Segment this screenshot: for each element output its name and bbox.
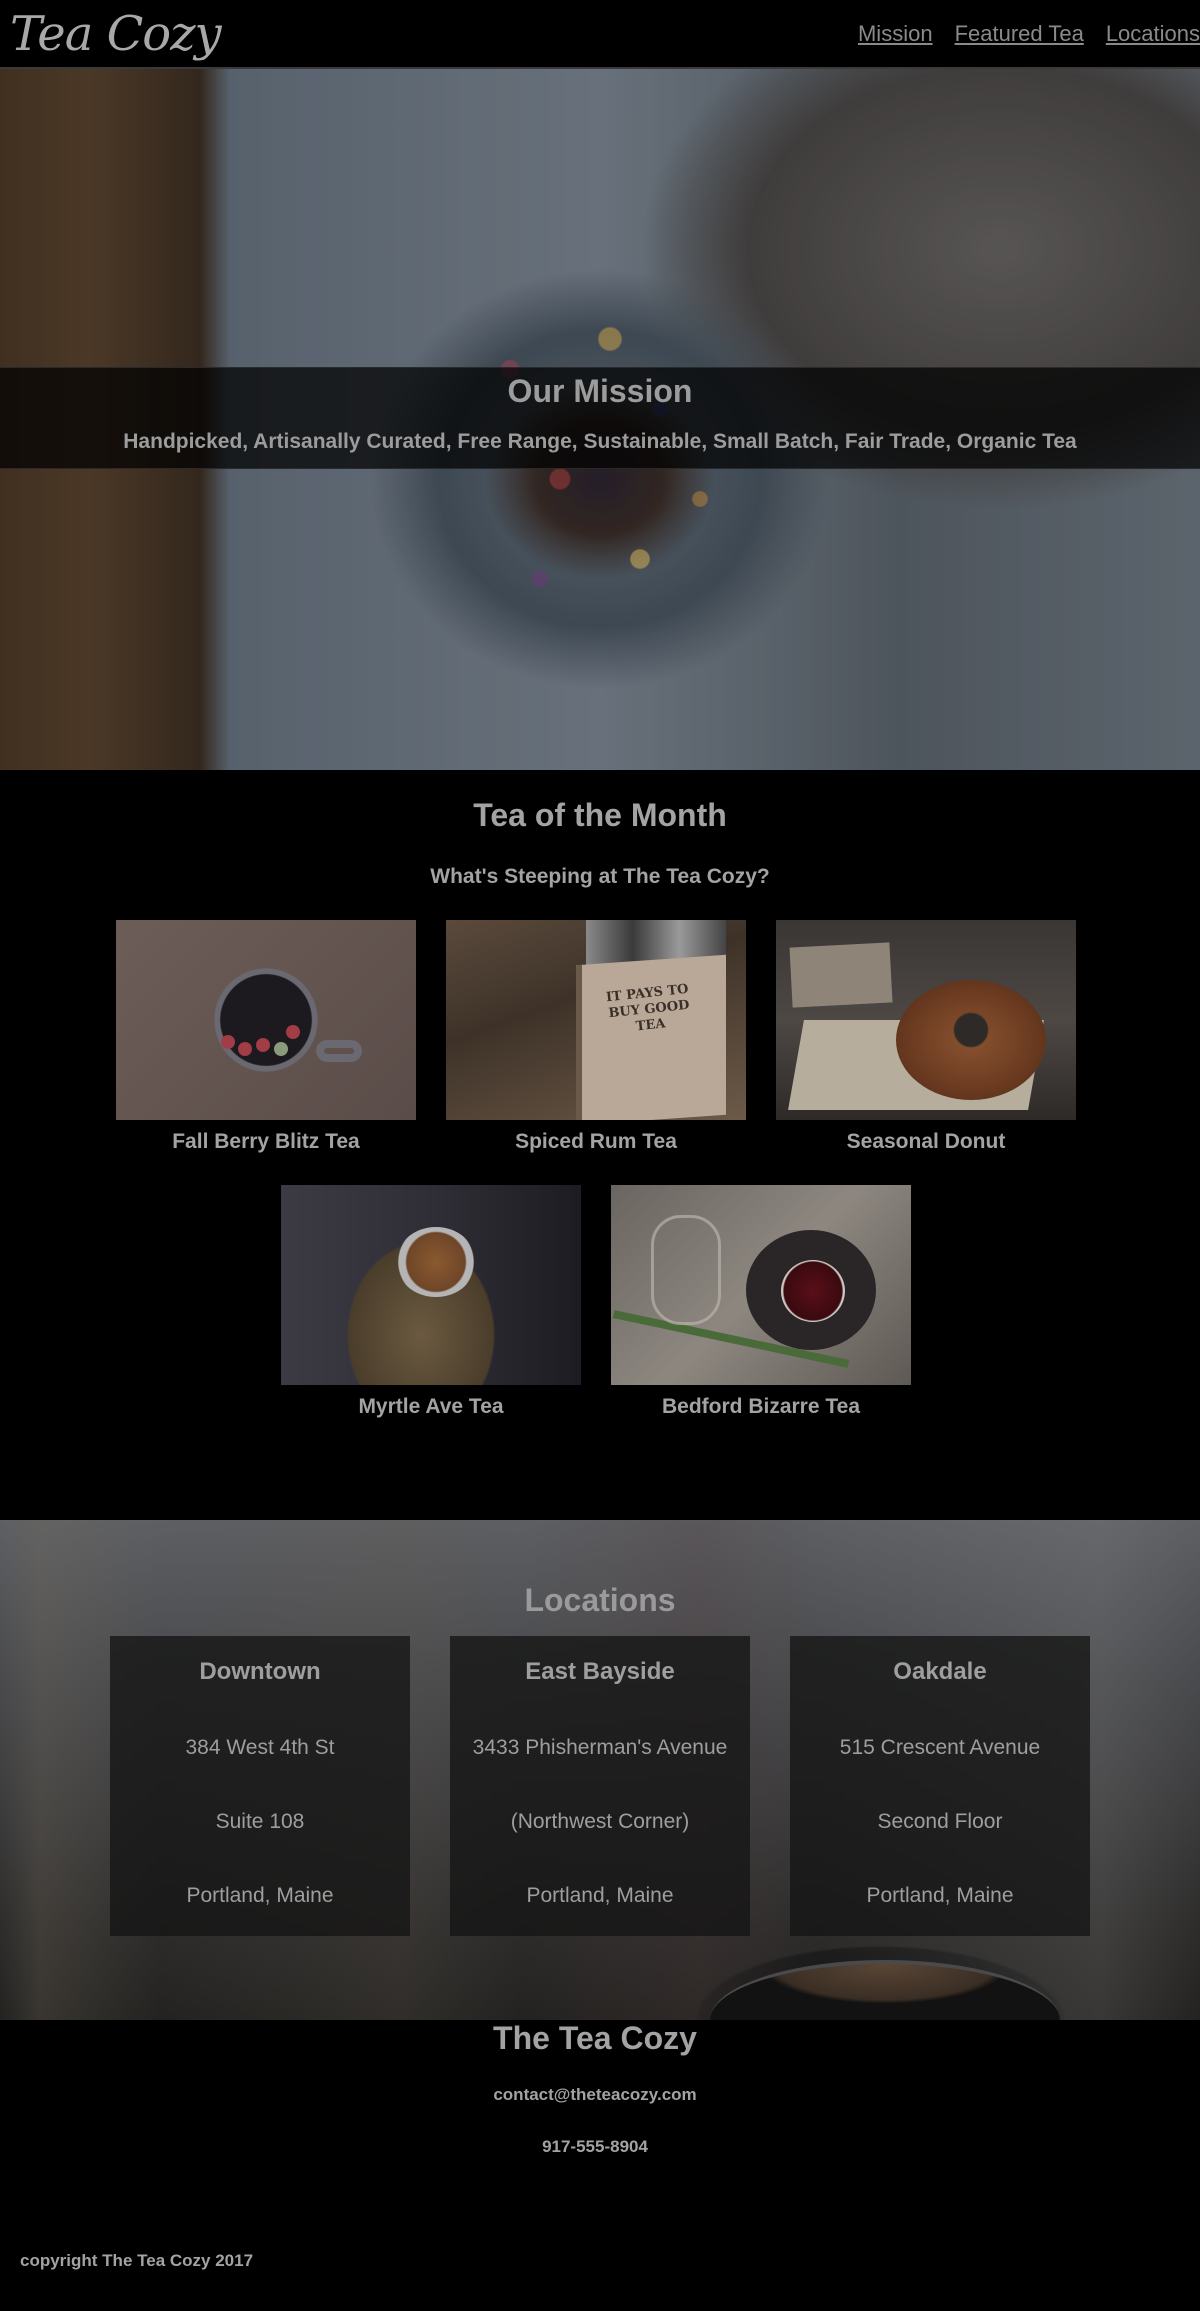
location-address-line: 384 West 4th St xyxy=(185,1736,335,1759)
mission-banner: Our Mission Handpicked, Artisanally Cura… xyxy=(0,367,1200,469)
tea-name: Spiced Rum Tea xyxy=(515,1130,677,1153)
site-footer: The Tea Cozy contact@theteacozy.com 917-… xyxy=(0,2020,1200,2311)
location-name: East Bayside xyxy=(525,1658,675,1685)
tea-image xyxy=(116,920,416,1120)
location-name: Downtown xyxy=(199,1658,321,1685)
coffee-cup-background xyxy=(710,1960,1060,2020)
tea-image xyxy=(281,1185,581,1385)
locations-section: Locations Downtown 384 West 4th St Suite… xyxy=(0,1520,1200,2020)
tea-name: Myrtle Ave Tea xyxy=(358,1395,504,1418)
tea-card: Bedford Bizarre Tea xyxy=(611,1185,911,1419)
tea-name: Bedford Bizarre Tea xyxy=(662,1395,860,1418)
contact-email[interactable]: contact@theteacozy.com xyxy=(0,2085,1190,2105)
location-address-line: Suite 108 xyxy=(215,1810,305,1833)
tea-card: Seasonal Donut xyxy=(776,920,1076,1154)
tea-image xyxy=(776,920,1076,1120)
location-address-line: Portland, Maine xyxy=(526,1884,674,1907)
tea-name: Seasonal Donut xyxy=(846,1130,1006,1153)
location-card: Oakdale 515 Crescent Avenue Second Floor… xyxy=(790,1636,1090,1936)
mission-hero: Our Mission Handpicked, Artisanally Cura… xyxy=(0,69,1200,770)
copyright-text: copyright The Tea Cozy 2017 xyxy=(20,2251,254,2270)
tea-image xyxy=(611,1185,911,1385)
location-address-line: Second Floor xyxy=(877,1810,1003,1833)
site-header: Tea Cozy Mission Featured Tea Locations xyxy=(0,0,1200,69)
hero-background-image xyxy=(390,259,810,679)
location-address-line: 3433 Phisherman's Avenue xyxy=(472,1736,728,1759)
location-address-line: (Northwest Corner) xyxy=(510,1810,690,1833)
location-card: East Bayside 3433 Phisherman's Avenue (N… xyxy=(450,1636,750,1936)
main-nav: Mission Featured Tea Locations xyxy=(858,21,1200,47)
mission-title: Our Mission xyxy=(507,373,693,409)
section-title: Locations xyxy=(524,1582,676,1618)
location-address-line: Portland, Maine xyxy=(186,1884,334,1907)
location-card: Downtown 384 West 4th St Suite 108 Portl… xyxy=(110,1636,410,1936)
tea-card: IT PAYS TO BUY GOOD TEA Spiced Rum Tea xyxy=(446,920,746,1154)
tea-card: Fall Berry Blitz Tea xyxy=(116,920,416,1154)
logo[interactable]: Tea Cozy xyxy=(10,6,222,62)
nav-link-featured-tea[interactable]: Featured Tea xyxy=(955,21,1084,47)
footer-title: The Tea Cozy xyxy=(493,2020,697,2056)
tea-image: IT PAYS TO BUY GOOD TEA xyxy=(446,920,746,1120)
tea-card: Myrtle Ave Tea xyxy=(281,1185,581,1419)
tea-of-the-month-section: Tea of the Month What's Steeping at The … xyxy=(0,770,1200,1520)
section-title: Tea of the Month xyxy=(473,797,727,833)
nav-link-mission[interactable]: Mission xyxy=(858,21,933,47)
mission-subtitle: Handpicked, Artisanally Curated, Free Ra… xyxy=(123,430,1077,453)
location-address-line: 515 Crescent Avenue xyxy=(839,1736,1041,1759)
nav-link-locations[interactable]: Locations xyxy=(1106,21,1200,47)
location-address-line: Portland, Maine xyxy=(866,1884,1014,1907)
tea-name: Fall Berry Blitz Tea xyxy=(172,1130,360,1153)
location-name: Oakdale xyxy=(893,1658,987,1685)
section-subtitle: What's Steeping at The Tea Cozy? xyxy=(430,865,770,888)
contact-phone[interactable]: 917-555-8904 xyxy=(0,2137,1190,2157)
